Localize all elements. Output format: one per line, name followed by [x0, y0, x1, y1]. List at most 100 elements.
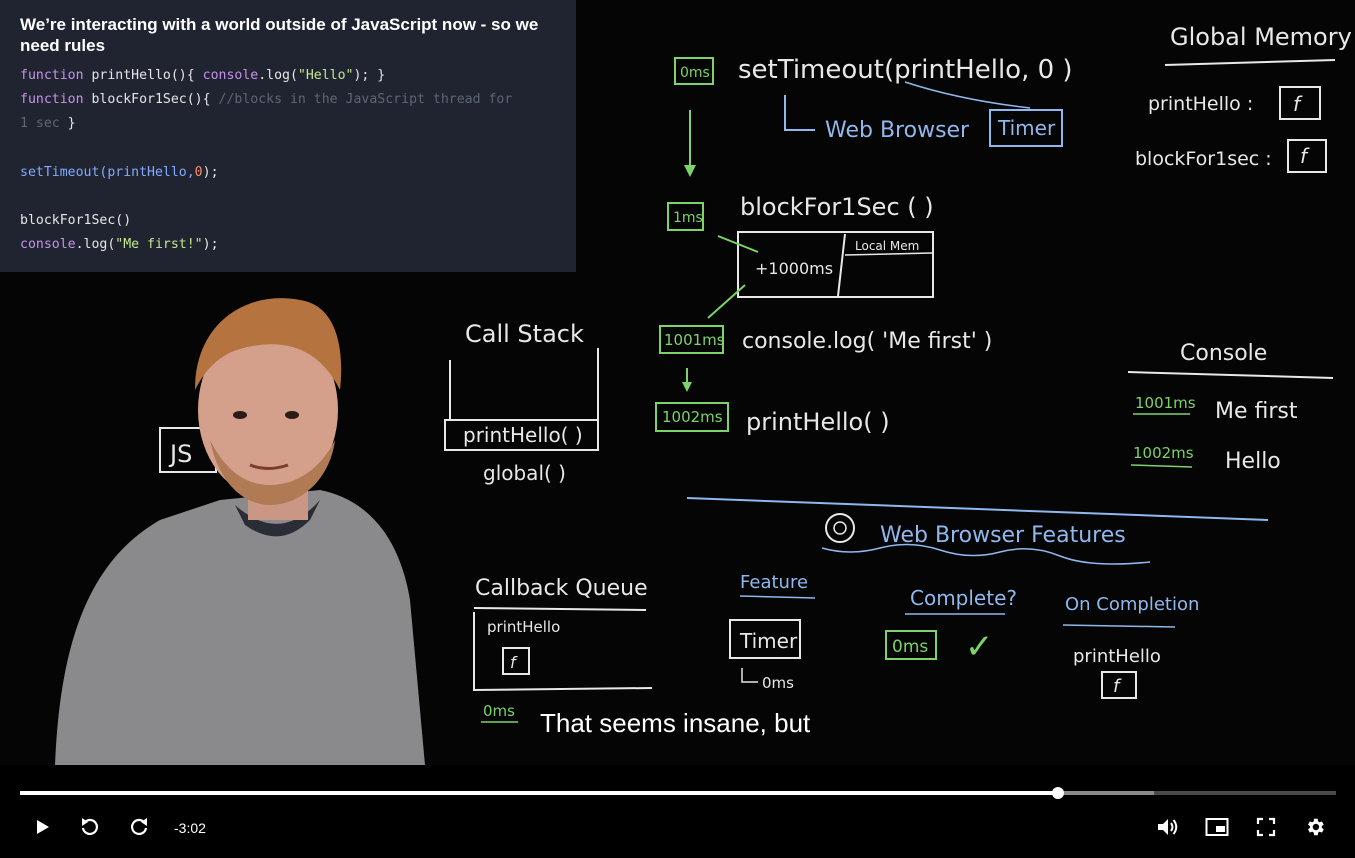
- feature-col-header: Feature: [740, 572, 808, 593]
- forward-icon: [131, 818, 148, 835]
- t1-label: 1ms: [673, 210, 703, 226]
- feature-timer-arrow: [741, 668, 758, 683]
- presenter-sweater: [55, 490, 425, 765]
- code-text: blockFor1Sec(){: [83, 92, 219, 108]
- js-box-label: JS: [168, 440, 192, 468]
- gm-printhello-fn: f: [1293, 92, 1303, 116]
- gear-icon: [1308, 818, 1324, 836]
- pip-button[interactable]: [1203, 813, 1231, 841]
- code-keyword: function: [20, 92, 84, 108]
- presenter-eye-left: [233, 411, 247, 419]
- code-text: );: [202, 164, 219, 180]
- settings-button[interactable]: [1301, 813, 1329, 841]
- rewind-icon: [81, 818, 98, 835]
- play-button[interactable]: [28, 813, 56, 841]
- slide-title: We’re interacting with a world outside o…: [20, 15, 539, 55]
- t1002-label: 1002ms: [662, 408, 723, 426]
- oncompletion-col-header: On Completion: [1065, 594, 1199, 615]
- web-browser-arrow: [784, 95, 815, 131]
- code-slide: We’re interacting with a world outside o…: [0, 0, 576, 272]
- console-t1: 1001ms: [1135, 394, 1196, 412]
- code-string: "Me first!": [115, 237, 203, 253]
- code-keyword: function: [20, 68, 84, 83]
- code-object: console: [202, 68, 259, 83]
- call-stack-title: Call Stack: [465, 320, 584, 348]
- printhello-call: printHello( ): [746, 408, 890, 436]
- global-memory-title: Global Memory: [1170, 23, 1352, 51]
- video-frame[interactable]: Global Memory printHello : f blockFor1se…: [0, 0, 1355, 765]
- call-stack-global: global( ): [483, 461, 566, 485]
- web-browser-label: Web Browser: [825, 118, 970, 143]
- player-controls: -3:02: [0, 765, 1355, 858]
- console-v2: Hello: [1225, 449, 1281, 474]
- code-text: .log(: [75, 237, 116, 253]
- gm-blockfor1sec-fn: f: [1300, 144, 1310, 168]
- code-block: function printHello(){ console.log("Hell…: [20, 64, 556, 258]
- code-call: setTimeout(printHello,: [20, 164, 195, 180]
- call-stack-top: printHello( ): [463, 423, 583, 447]
- code-comment: //blocks in the JavaScript thread for: [218, 92, 513, 108]
- picture-in-picture-icon: [1205, 818, 1229, 836]
- gm-blockfor1sec: blockFor1sec :: [1135, 148, 1272, 170]
- timeline-arrowhead-2: [682, 382, 692, 392]
- code-comment: 1 sec: [20, 116, 60, 132]
- queue-ms: 0ms: [483, 702, 515, 720]
- arrow-to-timer: [904, 81, 1031, 109]
- callback-queue-title: Callback Queue: [475, 576, 648, 601]
- console-log-call: console.log( 'Me first' ): [742, 329, 992, 354]
- t1001-label: 1001ms: [664, 331, 725, 349]
- console-underline: [1127, 371, 1334, 379]
- forward-button[interactable]: [125, 813, 153, 841]
- t0-label: 0ms: [680, 65, 710, 81]
- fullscreen-icon: [1256, 817, 1276, 837]
- settimeout-call: setTimeout(printHello, 0 ): [738, 55, 1073, 85]
- console-t2-underline: [1130, 464, 1193, 468]
- code-string: "Hello": [297, 68, 354, 83]
- presenter: JS: [55, 298, 425, 765]
- code-text: ); }: [353, 68, 386, 83]
- code-text: printHello(){: [83, 68, 203, 83]
- feature-timer-ms: 0ms: [762, 674, 794, 692]
- local-mem-underline: [844, 252, 933, 256]
- console-title: Console: [1180, 341, 1267, 366]
- code-text: .log(: [258, 68, 298, 83]
- exec-context-divider: [837, 233, 846, 297]
- queue-item-fn: f: [510, 653, 518, 672]
- fullscreen-button[interactable]: [1252, 813, 1280, 841]
- presenter-eye-right: [285, 411, 299, 419]
- volume-icon: [1158, 819, 1178, 835]
- play-icon: [37, 820, 49, 834]
- green-arrow-out: [707, 284, 746, 319]
- oncompletion-fn: printHello: [1073, 646, 1161, 667]
- progress-handle[interactable]: [1052, 787, 1065, 799]
- browser-globe-inner: [833, 521, 847, 535]
- blockfor1sec-call: blockFor1Sec ( ): [740, 193, 934, 221]
- complete-col-header: Complete?: [910, 586, 1017, 610]
- oncompletion-col-underline: [1062, 624, 1176, 628]
- queue-item-fn-box: [502, 647, 530, 675]
- queue-item: printHello: [487, 618, 560, 636]
- code-number: 0: [194, 164, 203, 180]
- rewind-button[interactable]: [76, 813, 104, 841]
- console-t2: 1002ms: [1133, 444, 1194, 462]
- time-remaining: -3:02: [174, 820, 206, 836]
- plus1000-label: +1000ms: [755, 259, 833, 278]
- progress-played: [20, 791, 1059, 795]
- complete-ms: 0ms: [892, 637, 928, 657]
- code-object: console: [20, 237, 76, 253]
- subtitle-caption: That seems insane, but: [540, 708, 811, 738]
- gm-printhello: printHello :: [1148, 93, 1253, 115]
- call-stack-frame: [449, 348, 599, 421]
- browser-globe-icon: [825, 513, 855, 543]
- timer-label: Timer: [997, 116, 1056, 140]
- section-divider: [686, 497, 1269, 521]
- code-text: );: [202, 237, 219, 253]
- volume-button[interactable]: [1154, 813, 1182, 841]
- global-memory-underline: [1164, 59, 1336, 66]
- feature-col-underline: [739, 595, 816, 599]
- timeline-arrowhead-1: [684, 165, 696, 177]
- progress-bar[interactable]: [20, 787, 1336, 799]
- feature-timer: Timer: [739, 629, 798, 653]
- code-text: }: [59, 116, 76, 132]
- code-text: blockFor1Sec(): [20, 213, 132, 229]
